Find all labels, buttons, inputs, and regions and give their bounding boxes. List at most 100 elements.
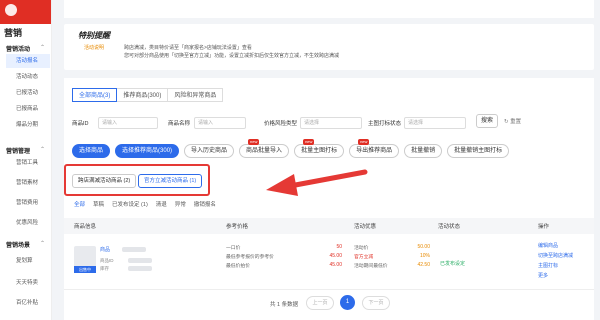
col-status: 活动状态 (438, 224, 461, 230)
col-product-info: 商品信息 (74, 224, 97, 230)
reset-label: 重置 (510, 119, 522, 125)
product-id-label: 商品ID (100, 258, 114, 263)
current-page[interactable]: 1 (340, 295, 355, 310)
top-bar (64, 0, 594, 18)
batch-withdraw-main-image-button[interactable]: 批量撤销主图打标 (447, 144, 510, 158)
status-tab-published[interactable]: 已发布设定 (1) (112, 200, 148, 208)
product-name[interactable]: 商品 (100, 246, 110, 253)
promo-value: 10% (419, 253, 430, 259)
price-value: 45.00 (329, 253, 342, 259)
price-label: 最低价拍价 (226, 264, 250, 269)
button-label: 导出推荐商品 (356, 148, 393, 154)
status-tab-all[interactable]: 全部 (74, 200, 85, 208)
filter-label: 价格风险类型 (264, 121, 298, 127)
search-button[interactable]: 搜索 (476, 114, 498, 128)
sidebar-item-risk[interactable]: 优惠风险 (6, 216, 50, 230)
chevron-up-icon: ⌃ (40, 147, 46, 153)
sidebar-title: 营销 (4, 28, 23, 38)
new-badge: new (248, 139, 260, 145)
select-recommended-button[interactable]: 选择推荐商品(300) (115, 144, 180, 158)
product-name-input[interactable]: 请输入 (194, 117, 246, 129)
promo-label: 活动价 (354, 246, 369, 251)
official-discount-campaign-button[interactable]: 官方立减活动商品 (1) (138, 174, 203, 188)
import-history-button[interactable]: 导入历史商品 (184, 144, 235, 158)
sidebar-group-scenes[interactable]: 营销场景 ⌃ (6, 240, 45, 249)
edit-product-link[interactable]: 编辑商品 (538, 242, 558, 249)
chevron-up-icon: ⌃ (40, 241, 46, 247)
status-tab-abnormal[interactable]: 异常 (175, 200, 186, 208)
table-row: 出售中 商品 商品ID 库存 一口价 50 最低参考报价的参考价 45.00 最… (64, 234, 594, 290)
cross-store-campaign-button[interactable]: 跨店满减活动商品 (2) (72, 174, 137, 188)
sidebar-item-fuhuasuan[interactable]: 复划算 (6, 254, 50, 268)
sidebar-item-billion-subsidy[interactable]: 百亿补贴 (6, 296, 50, 310)
tab-all-products[interactable]: 全部商品(3) (72, 88, 118, 102)
next-page-button[interactable]: 下一页 (362, 296, 390, 310)
sidebar-item-signed-products[interactable]: 已报商品 (6, 102, 50, 116)
redacted-text (128, 258, 152, 263)
group-label: 营销活动 (6, 47, 31, 53)
sidebar-item-fees[interactable]: 营销费用 (6, 196, 50, 210)
sidebar-group-campaign[interactable]: 营销活动 ⌃ (6, 44, 45, 53)
batch-withdraw-button[interactable]: 批量撤销 (404, 144, 443, 158)
promo-value: 42.50 (417, 262, 430, 268)
prev-page-button[interactable]: 上一页 (306, 296, 334, 310)
total-count: 共 1 条数据 (270, 302, 299, 308)
product-tabs: 全部商品(3) 推荐商品(300) 风险和异常商品 (72, 88, 224, 102)
notice-line-1: 跨店满减，类目特价请至「商家报名>店铺玩法设置」查看 (124, 45, 252, 51)
filter-product-name: 商品名称 请输入 (168, 116, 246, 130)
sidebar-item-daily-deals[interactable]: 天天特卖 (6, 276, 50, 290)
switch-cross-store-link[interactable]: 切换至跨店满减 (538, 252, 573, 259)
main-content: 特别提醒 活动说明 跨店满减，类目特价请至「商家报名>店铺玩法设置」查看 您可对… (58, 0, 600, 320)
main-image-status-select[interactable]: 请选择 (404, 117, 466, 129)
col-operations: 操作 (538, 224, 550, 230)
main-image-link[interactable]: 主图打标 (538, 262, 558, 269)
filter-label: 主图打标状态 (368, 121, 402, 127)
sidebar-group-management[interactable]: 营销管理 ⌃ (6, 146, 45, 155)
filter-label: 商品名称 (168, 121, 191, 127)
filter-risk-type: 价格风险类型 请选择 (264, 116, 362, 130)
sidebar: 营销 营销活动 ⌃ 活动报名 活动动态 已报活动 已报商品 爆品分期 营销管理 ⌃ … (0, 0, 52, 320)
sidebar-item-tools[interactable]: 营销工具 (6, 156, 50, 170)
redacted-text (122, 247, 146, 252)
table-header: 商品信息 参考价格 活动优惠 活动状态 操作 (64, 218, 594, 234)
sidebar-item-signed-activities[interactable]: 已报活动 (6, 86, 50, 100)
price-label: 一口价 (226, 246, 241, 251)
filter-main-image-status: 主图打标状态 请选择 (368, 116, 466, 130)
products-panel: 全部商品(3) 推荐商品(300) 风险和异常商品 商品ID 请输入 商品名称 … (64, 78, 594, 320)
filter-product-id: 商品ID 请输入 (72, 116, 158, 130)
redacted-text (128, 266, 152, 271)
promo-label: 活动期间最低价 (354, 264, 388, 269)
new-badge: new (358, 139, 370, 145)
price-value: 45.00 (329, 262, 342, 268)
sidebar-item-hot-installment[interactable]: 爆品分期 (6, 118, 50, 132)
filter-label: 商品ID (72, 121, 89, 127)
notice-tag[interactable]: 活动说明 (84, 44, 104, 51)
status-tab-cleared[interactable]: 清退 (156, 200, 167, 208)
red-arrow-icon (266, 169, 368, 196)
status-tab-withdrawn[interactable]: 撤销报名 (194, 200, 216, 208)
sidebar-item-materials[interactable]: 营销素材 (6, 176, 50, 190)
reset-button[interactable]: ↻ 重置 (504, 117, 521, 125)
brand-bar (0, 0, 51, 24)
select-products-button[interactable]: 选择商品 (72, 144, 111, 158)
batch-import-button[interactable]: new 商品批量导入 (239, 139, 290, 158)
status-tabs: 全部 草稿 已发布设定 (1) 清退 异常 撤销报名 (74, 200, 224, 208)
export-recommended-button[interactable]: new 导出推荐商品 (349, 139, 400, 158)
sidebar-item-activity-signup[interactable]: 活动报名 (6, 54, 50, 68)
new-badge: new (303, 139, 315, 145)
button-label: 商品批量导入 (246, 148, 283, 154)
batch-main-image-button[interactable]: new 批量主图打标 (294, 139, 345, 158)
price-value: 50 (336, 244, 342, 250)
logo-icon (5, 4, 17, 16)
product-id-input[interactable]: 请输入 (98, 117, 158, 129)
more-link[interactable]: 更多 (538, 272, 548, 279)
status-tab-draft[interactable]: 草稿 (93, 200, 104, 208)
tab-recommended[interactable]: 推荐商品(300) (116, 88, 169, 102)
status-text: 已发布设定 (440, 261, 466, 267)
risk-type-select[interactable]: 请选择 (300, 117, 362, 129)
col-promotion: 活动优惠 (354, 224, 377, 230)
stock-label: 库存 (100, 266, 109, 271)
notice-line-2: 您可对部分商品使用「切换至官方立减」功能，设置立减折扣后仅生效官方立减，不生效跨… (124, 53, 340, 59)
tab-risk[interactable]: 风险和异常商品 (167, 88, 224, 102)
sidebar-item-activity-news[interactable]: 活动动态 (6, 70, 50, 84)
